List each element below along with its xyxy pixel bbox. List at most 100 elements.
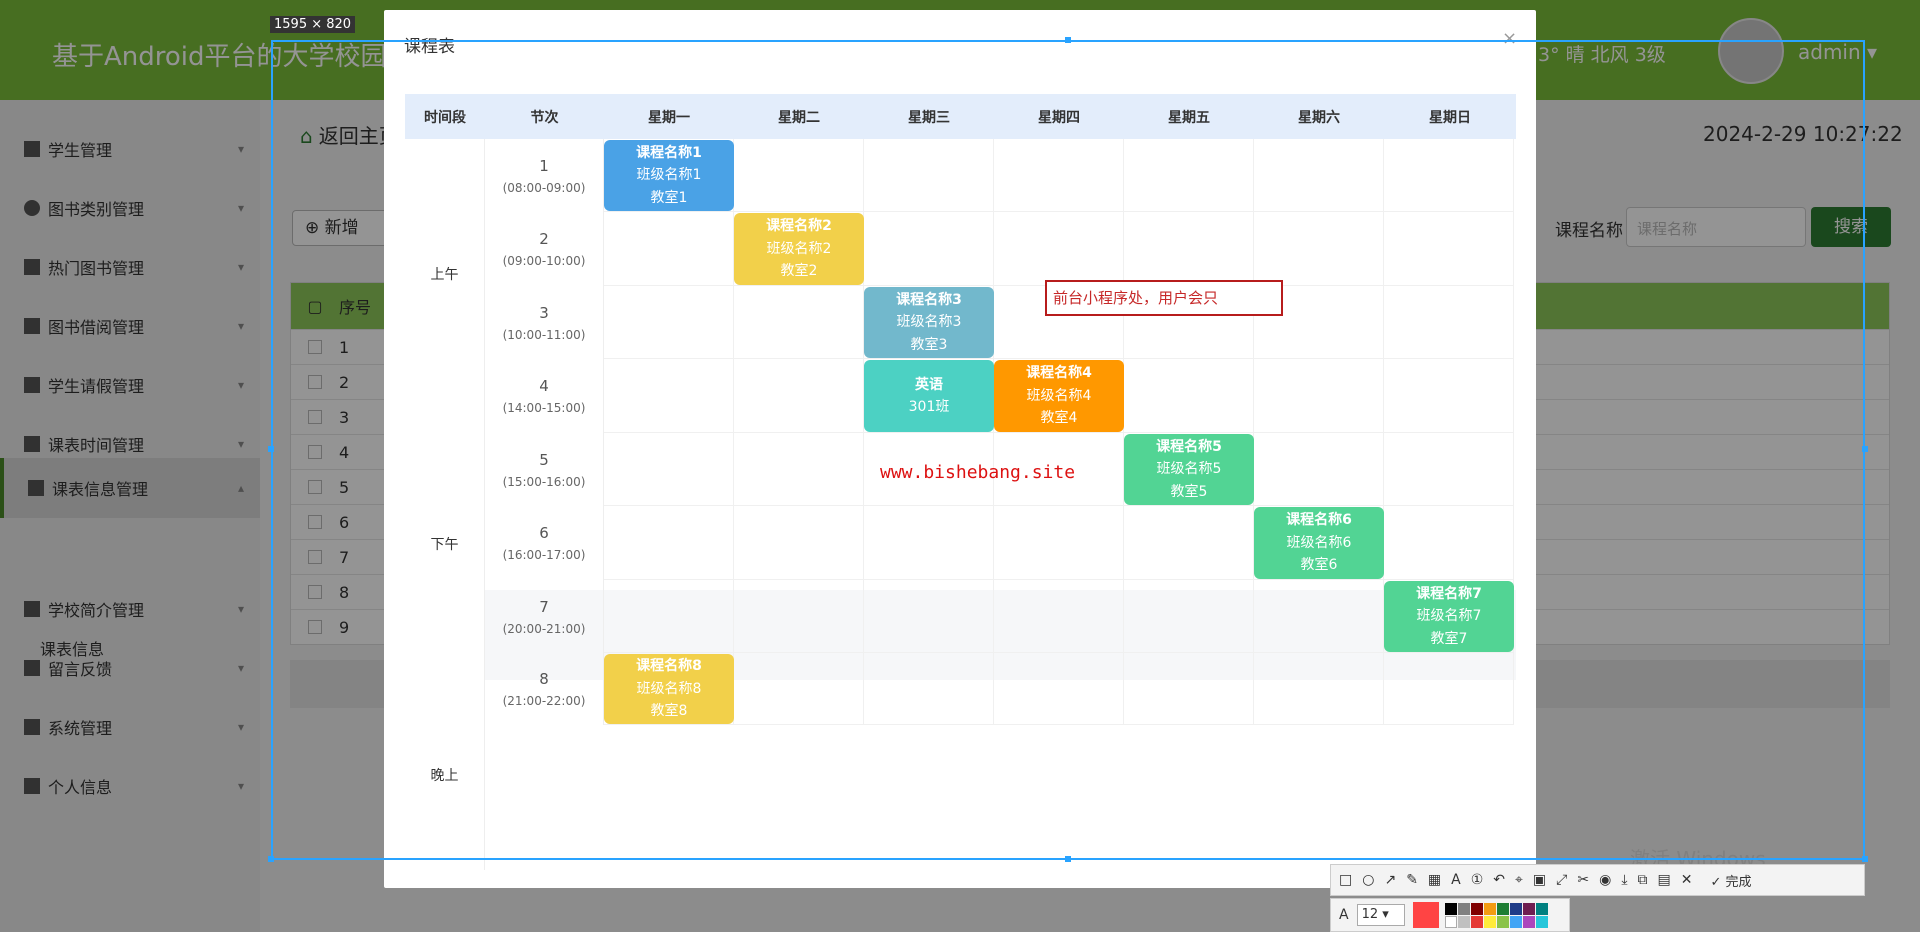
timetable-cell[interactable] [1254,359,1384,433]
pin-icon[interactable]: ⌖ [1515,872,1523,888]
timetable-cell[interactable] [1384,286,1514,359]
timetable-cell[interactable] [604,286,734,359]
timetable-cell[interactable] [994,212,1124,286]
period-cell: 5 (15:00-16:00) [485,433,604,506]
timetable-cell[interactable] [1384,359,1514,433]
timetable-cell[interactable] [1384,433,1514,506]
period-time: (21:00-22:00) [502,694,586,708]
timetable-cell[interactable] [604,212,734,286]
course-card[interactable]: 课程名称8 班级名称8 教室8 [604,654,734,724]
timetable-cell[interactable] [734,580,864,653]
period-number: 4 [539,377,549,395]
timetable-cell[interactable] [734,433,864,506]
course-name: 课程名称6 [1286,512,1352,529]
font-size-select[interactable]: 12 ▾ [1356,904,1405,926]
timetable-cell[interactable] [1124,359,1254,433]
timetable-cell[interactable] [734,286,864,359]
timetable-cell[interactable] [604,506,734,580]
undo-icon[interactable]: ↶ [1493,872,1505,888]
save-icon[interactable]: ▤ [1658,872,1671,888]
course-card[interactable]: 课程名称3 班级名称3 教室3 [864,287,994,358]
course-room: 教室4 [1040,410,1078,427]
timetable-cell[interactable] [1124,506,1254,580]
timetable-cell[interactable] [734,506,864,580]
period-cell: 8 (21:00-22:00) [485,653,604,725]
resize-handle-bottom-right[interactable] [1862,856,1868,862]
resize-handle-top[interactable] [1065,37,1071,43]
mosaic-tool-icon[interactable]: ▦ [1428,872,1441,888]
pencil-tool-icon[interactable]: ✎ [1406,872,1418,888]
timetable-cell[interactable] [994,580,1124,653]
color-palette[interactable] [1444,902,1548,928]
period-time: (14:00-15:00) [502,401,586,415]
timetable-cell[interactable] [1124,653,1254,725]
ellipse-tool-icon[interactable]: ○ [1362,872,1374,888]
timetable-cell[interactable] [1254,653,1384,725]
timetable-cell[interactable] [734,139,864,212]
period-time: (08:00-09:00) [502,180,586,195]
timetable-cell[interactable] [1384,506,1514,580]
arrow-tool-icon[interactable]: ↗ [1384,872,1396,888]
timetable-cell[interactable] [604,433,734,506]
timetable-cell[interactable] [864,139,994,212]
timetable-cell[interactable] [864,653,994,725]
course-card[interactable]: 课程名称4 班级名称4 教室4 [994,360,1124,432]
period-number: 3 [539,303,549,322]
close-icon[interactable]: × [1502,28,1517,49]
timetable-cell[interactable] [1254,433,1384,506]
period-time: (10:00-11:00) [502,327,586,342]
timetable-cell[interactable] [604,580,734,653]
resize-handle-bottom[interactable] [1065,856,1071,862]
timetable-cell[interactable] [1124,212,1254,286]
header-day-tue: 星期二 [734,94,864,139]
header-day-fri: 星期五 [1124,94,1254,139]
timetable-cell[interactable] [1384,139,1514,212]
resize-handle-left[interactable] [268,446,274,452]
timetable-cell[interactable] [734,653,864,725]
course-card[interactable]: 课程名称5 班级名称5 教室5 [1124,434,1254,505]
timetable-cell[interactable] [864,580,994,653]
course-card[interactable]: 课程名称7 班级名称7 教室7 [1384,581,1514,652]
timetable-cell[interactable] [1124,580,1254,653]
course-card[interactable]: 英语 301班 [864,360,994,432]
timetable-cell[interactable] [1254,580,1384,653]
resize-handle-right[interactable] [1862,446,1868,452]
timetable-cell[interactable] [1124,139,1254,212]
timetable-cell[interactable] [994,653,1124,725]
timetable-cell[interactable] [864,506,994,580]
text-tool-icon[interactable]: A [1451,872,1461,888]
course-name: 英语 [915,376,943,393]
timetable-cell[interactable] [994,506,1124,580]
timetable-cell[interactable] [1254,139,1384,212]
course-name: 课程名称1 [636,144,702,161]
download-icon[interactable]: ⤓ [1621,872,1627,888]
course-name: 课程名称3 [896,291,962,308]
scroll-capture-icon[interactable]: ⤢ [1556,872,1567,888]
done-button[interactable]: ✓ 完成 [1710,871,1761,890]
translate-icon[interactable]: ✂ [1577,872,1589,888]
course-card[interactable]: 课程名称6 班级名称6 教室6 [1254,507,1384,579]
course-card[interactable]: 课程名称2 班级名称2 教室2 [734,213,864,285]
record-icon[interactable]: ◉ [1599,872,1611,888]
period-cell: 2 (09:00-10:00) [485,212,604,286]
number-tool-icon[interactable]: ① [1471,872,1484,888]
timetable-cell[interactable] [1384,212,1514,286]
resize-handle-bottom-left[interactable] [268,856,274,862]
course-card[interactable]: 课程名称1 班级名称1 教室1 [604,140,734,211]
timetable-cell[interactable] [734,359,864,433]
timetable-cell[interactable] [604,359,734,433]
modal-title: 课程表 [404,37,455,57]
timetable-cell[interactable] [1254,212,1384,286]
course-class: 301班 [908,399,950,415]
ocr-icon[interactable]: ▣ [1533,872,1546,888]
annotation-text-box[interactable]: 前台小程序处，用户会只 [1045,280,1283,316]
close-capture-icon[interactable]: ✕ [1681,872,1693,888]
timetable-cell[interactable] [1384,653,1514,725]
timetable-cell[interactable] [864,212,994,286]
course-class: 班级名称3 [896,314,962,331]
current-color-swatch[interactable] [1412,902,1439,928]
timetable-cell[interactable] [994,139,1124,212]
copy-icon[interactable]: ⧉ [1638,872,1648,888]
rectangle-tool-icon[interactable]: □ [1339,872,1352,888]
course-class: 班级名称1 [636,167,702,184]
